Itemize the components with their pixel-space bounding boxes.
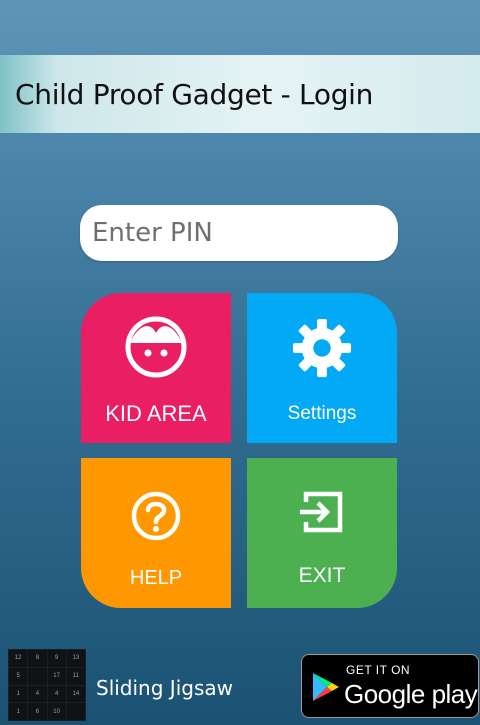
- puzzle-cell: [28, 667, 47, 685]
- puzzle-cell: 5: [9, 667, 28, 685]
- exit-label: EXIT: [298, 564, 346, 587]
- puzzle-cell: 4: [28, 685, 47, 703]
- page-title: Child Proof Gadget - Login: [15, 77, 374, 111]
- puzzle-cell: 6: [28, 703, 47, 720]
- puzzle-cell: 11: [66, 667, 85, 685]
- title-bar: Child Proof Gadget - Login: [0, 55, 480, 133]
- google-play-badge[interactable]: GET IT ON Google play: [301, 654, 479, 718]
- puzzle-cell: 17: [47, 667, 66, 685]
- puzzle-cell: 8: [28, 650, 47, 667]
- help-label: HELP: [129, 567, 183, 589]
- help-button[interactable]: HELP: [81, 458, 231, 608]
- puzzle-cell: 1: [9, 703, 28, 720]
- puzzle-cell: 12: [9, 650, 28, 667]
- badge-line1: GET IT ON: [346, 663, 411, 677]
- puzzle-cell: 1: [9, 685, 28, 703]
- settings-label: Settings: [287, 403, 357, 424]
- kid-area-button[interactable]: KID AREA: [81, 293, 231, 443]
- kid-area-label: KID AREA: [105, 401, 207, 426]
- gear-icon: [292, 318, 352, 378]
- exit-icon: [300, 491, 343, 533]
- puzzle-cell: 13: [66, 650, 85, 667]
- badge-line2: Google play: [344, 679, 478, 709]
- face-icon: [125, 316, 187, 378]
- settings-button[interactable]: Settings: [247, 293, 397, 443]
- puzzle-cell: 14: [66, 685, 85, 703]
- play-store-icon: [313, 673, 339, 701]
- help-circle-icon: [131, 491, 181, 541]
- puzzle-cell: 4: [47, 685, 66, 703]
- sliding-jigsaw-thumbnail[interactable]: 12 8 9 13 5 17 11 1 4 4 14 1 6 10: [8, 649, 86, 721]
- exit-button[interactable]: EXIT: [247, 458, 397, 608]
- promo-app-name[interactable]: Sliding Jigsaw: [96, 676, 233, 700]
- puzzle-cell: [66, 703, 85, 720]
- puzzle-cell: 9: [47, 650, 66, 667]
- pin-input[interactable]: [80, 205, 398, 261]
- puzzle-cell: 10: [47, 703, 66, 720]
